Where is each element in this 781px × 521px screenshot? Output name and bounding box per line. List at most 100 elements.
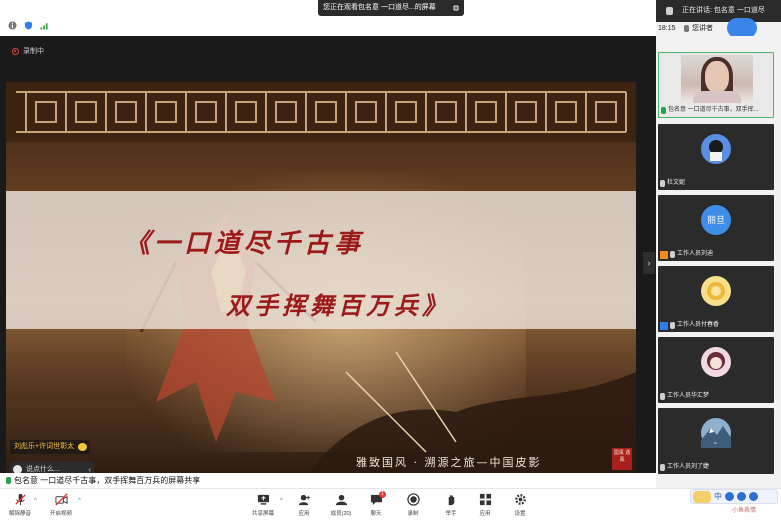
members-label: 成员(20) xyxy=(330,511,352,517)
share-screen-label: 共享屏幕 xyxy=(251,511,274,517)
participant-video xyxy=(681,55,753,103)
exit-fullscreen-icon[interactable] xyxy=(452,4,460,12)
mic-icon xyxy=(6,477,11,484)
reaction-tip-text: 刘彪乐+许词世彰太 xyxy=(14,443,75,450)
ime-mode[interactable]: 中 xyxy=(714,491,722,502)
speech-bubble-icon[interactable] xyxy=(727,18,757,38)
avatar: 丽旦 xyxy=(701,205,731,235)
share-screen-button[interactable]: 共享屏幕 xyxy=(248,493,278,521)
raise-hand-button[interactable]: 举手 xyxy=(436,493,466,521)
chat-label: 聊天 xyxy=(370,511,382,517)
settings-button[interactable]: 设置 xyxy=(505,493,535,521)
chevron-right-icon: › xyxy=(647,258,651,268)
more-apps-button[interactable]: 应用 xyxy=(470,493,500,521)
scroll-down-icon[interactable]: ⌄ xyxy=(712,437,722,446)
participant-name-row: 工作人员刘迪 xyxy=(660,249,772,260)
shared-video: 《一口道尽千古事 双手挥舞百万兵》 雅致国风 · 溯源之旅—中国皮影 國風 遇風 xyxy=(6,82,636,476)
moon-icon[interactable] xyxy=(725,492,734,501)
gear-icon xyxy=(514,494,526,505)
share-screen-icon xyxy=(257,494,269,505)
participant-tile[interactable]: 工作人员付春香 xyxy=(658,266,774,332)
mic-icon xyxy=(684,25,689,32)
title-line-2: 双手挥舞百万兵》 xyxy=(226,291,450,320)
more-apps-label: 应用 xyxy=(479,511,491,517)
participant-name-row: 工作人员刘了婕 xyxy=(660,462,772,473)
raise-hand-label: 举手 xyxy=(445,511,457,517)
recording-indicator: 录制中 xyxy=(12,46,44,56)
clock-time: 18:15 xyxy=(658,25,676,32)
red-seal-stamp: 國風 遇風 xyxy=(612,448,632,470)
participant-name-row: 工作人员华汇梦 xyxy=(660,391,772,402)
mic-icon xyxy=(670,322,675,329)
chat-button[interactable]: 1 聊天 xyxy=(361,491,391,521)
chevron-up-icon[interactable]: ^ xyxy=(34,498,37,504)
participant-name: 包名意 一口道尽千古事，双手挥... xyxy=(668,107,759,113)
mic-muted-icon xyxy=(14,493,26,506)
sharing-banner-text: 您正在观看包名意 一口道尽...的屏幕 xyxy=(323,4,436,11)
participant-name: 杜文妮 xyxy=(667,180,686,186)
speaker-icon xyxy=(666,7,673,15)
active-speaker: 您讲者 xyxy=(692,25,713,32)
camera-off-icon xyxy=(54,493,68,506)
recording-label: 录制中 xyxy=(23,48,44,55)
top-bar: 您正在观看包名意 一口道尽...的屏幕 xyxy=(0,0,656,36)
record-icon xyxy=(406,493,420,506)
cohost-icon xyxy=(660,321,668,330)
lattice-window-decoration xyxy=(6,82,636,142)
avatar xyxy=(701,276,731,306)
hand-icon xyxy=(448,495,454,506)
participant-name-row: 工作人员付春香 xyxy=(660,320,772,331)
sharing-banner[interactable]: 您正在观看包名意 一口道尽...的屏幕 xyxy=(318,0,464,16)
collapse-panel-handle[interactable]: › xyxy=(643,252,655,274)
participant-name: 工作人员刘了婕 xyxy=(667,464,710,470)
record-label: 录制 xyxy=(407,511,419,517)
share-caption-bar: 包名意 一口道尽千古事，双手挥舞百万兵的屏幕共享 xyxy=(0,473,656,488)
members-icon xyxy=(335,494,347,506)
mic-icon[interactable] xyxy=(737,492,746,501)
mute-button[interactable]: 解除静音 xyxy=(5,493,35,521)
chevron-up-icon[interactable]: ^ xyxy=(280,498,283,504)
ime-toolbar[interactable]: 中 xyxy=(690,489,778,504)
chat-placeholder: 说点什么... xyxy=(26,466,60,473)
members-button[interactable]: 成员(20) xyxy=(326,493,356,521)
share-caption-text: 包名意 一口道尽千古事，双手挥舞百万兵的屏幕共享 xyxy=(14,476,201,485)
participant-tile[interactable]: 工作人员华汇梦 xyxy=(658,337,774,403)
signal-icon[interactable] xyxy=(40,21,49,30)
participant-tile[interactable]: 包名意 一口道尽千古事，双手挥... xyxy=(658,52,774,118)
info-icon[interactable] xyxy=(8,21,17,30)
participant-name: 工作人员付春香 xyxy=(677,322,720,328)
watermark-text: 小鱼表情 xyxy=(732,508,757,514)
record-button[interactable]: 录制 xyxy=(398,493,428,521)
mic-icon xyxy=(660,180,665,187)
mic-icon xyxy=(660,464,665,471)
shared-screen-area: 录制中 《一口道尽千古事 双手挥舞百万兵》 雅致国风 · 溯源之旅—中国皮影 國… xyxy=(0,36,656,477)
chevron-up-icon[interactable]: ^ xyxy=(78,498,81,504)
apps-button[interactable]: 应用 xyxy=(289,493,319,521)
mic-icon xyxy=(670,251,675,258)
video-button[interactable]: 开启视频 xyxy=(46,493,76,521)
keyboard-icon[interactable] xyxy=(749,492,758,501)
record-dot-icon xyxy=(12,47,19,55)
participant-name-row: 杜文妮 xyxy=(660,178,772,189)
mute-label: 解除静音 xyxy=(8,511,31,517)
mic-icon xyxy=(660,393,665,400)
speaking-label: 正在讲话: 包名意 一口道尽 xyxy=(682,7,765,14)
apps-label: 应用 xyxy=(298,511,310,517)
participant-name-row: 包名意 一口道尽千古事，双手挥... xyxy=(661,105,773,116)
participant-name: 工作人员华汇梦 xyxy=(667,393,710,399)
grid-icon xyxy=(479,493,491,506)
avatar xyxy=(701,347,731,377)
participant-tile[interactable]: 丽旦 工作人员刘迪 xyxy=(658,195,774,261)
thumbs-up-icon xyxy=(78,443,88,451)
mic-icon xyxy=(661,107,666,114)
shield-icon[interactable] xyxy=(24,21,33,30)
video-label: 开启视频 xyxy=(49,511,72,517)
avatar xyxy=(701,134,731,164)
time-row: 18:15 您讲者 xyxy=(656,22,781,36)
settings-label: 设置 xyxy=(514,511,526,517)
title-line-1: 《一口道尽千古事 xyxy=(124,229,365,259)
chat-badge: 1 xyxy=(379,491,386,498)
participant-name: 工作人员刘迪 xyxy=(677,251,714,257)
ime-mascot-icon xyxy=(693,490,711,503)
participant-tile[interactable]: 杜文妮 xyxy=(658,124,774,190)
